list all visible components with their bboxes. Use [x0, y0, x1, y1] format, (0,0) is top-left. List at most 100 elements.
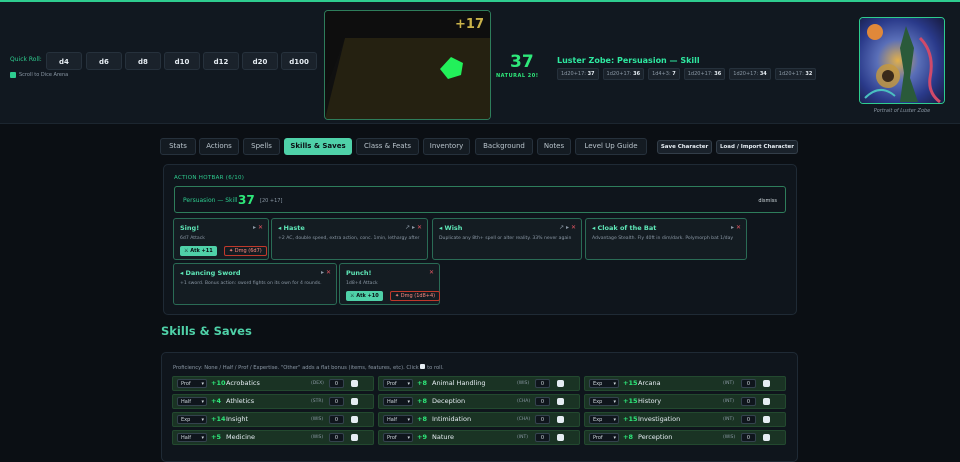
other-bonus-input[interactable]: 0 [329, 379, 344, 388]
proficiency-select[interactable]: Prof [383, 433, 413, 442]
tab-actions[interactable]: Actions [199, 138, 239, 155]
proficiency-select[interactable]: Prof [589, 433, 619, 442]
card-controls[interactable]: ✕ [429, 269, 434, 276]
quick-roll-label: Quick Roll: [10, 56, 42, 63]
hotbar-card-wish[interactable]: ◂ Wish Duplicate any 8th+ spell or alter… [432, 218, 582, 260]
roll-dice-icon[interactable] [557, 434, 564, 441]
roll-dice-icon[interactable] [557, 398, 564, 405]
skill-name: Arcana [638, 379, 661, 387]
roll-dice-icon[interactable] [351, 416, 358, 423]
hotbar-card-punch[interactable]: Punch! 1d8+4 Attack ✕ ⚔ Atk +10 ✦ Dmg (1… [339, 263, 441, 305]
save-character-button[interactable]: Save Character [657, 140, 712, 154]
roll-dice-icon[interactable] [763, 416, 770, 423]
card-controls[interactable]: ▸ ✕ [731, 224, 741, 231]
hotbar-card-sing[interactable]: Sing! 6d7 Attack ▸ ✕ ⚔ Atk +11 ✦ Dmg (6d… [173, 218, 269, 260]
roll-dice-icon[interactable] [763, 380, 770, 387]
remove-icon[interactable]: ✕ [258, 224, 263, 231]
tab-skills-saves[interactable]: Skills & Saves [284, 138, 352, 155]
proficiency-select[interactable]: Exp [177, 415, 207, 424]
skill-ability: (WIS) [723, 435, 736, 440]
proficiency-select[interactable]: Exp [589, 379, 619, 388]
tab-class-feats[interactable]: Class & Feats [356, 138, 419, 155]
card-controls[interactable]: ▸ ✕ [321, 269, 331, 276]
roll-total: 37 [510, 52, 534, 72]
remove-icon[interactable]: ✕ [736, 224, 741, 231]
d100-button[interactable]: d100 [281, 52, 317, 70]
natural-20-label: NATURAL 20! [496, 73, 539, 79]
other-bonus-input[interactable]: 0 [535, 415, 550, 424]
other-bonus-input[interactable]: 0 [741, 415, 756, 424]
d6-button[interactable]: d6 [86, 52, 122, 70]
card-name: ◂ Cloak of the Bat [592, 224, 657, 232]
hotbar-card-cloak-of-the-bat[interactable]: ◂ Cloak of the Bat Advantage Stealth. Fl… [585, 218, 747, 260]
roll-dice-icon[interactable] [351, 380, 358, 387]
card-controls[interactable]: ▸ ✕ [253, 224, 263, 231]
damage-roll-button[interactable]: ✦ Dmg (1d8+4) [390, 291, 441, 301]
other-bonus-input[interactable]: 0 [329, 433, 344, 442]
proficiency-select[interactable]: Prof [383, 379, 413, 388]
roll-dice-icon[interactable] [351, 398, 358, 405]
other-bonus-input[interactable]: 0 [741, 397, 756, 406]
card-controls[interactable]: ↗ ▸ ✕ [559, 224, 576, 231]
other-bonus-input[interactable]: 0 [329, 415, 344, 424]
remove-icon[interactable]: ✕ [429, 269, 434, 276]
other-bonus-input[interactable]: 0 [741, 433, 756, 442]
d8-button[interactable]: d8 [125, 52, 161, 70]
card-description: Advantage Stealth. Fly 40ft in dim/dark.… [592, 236, 734, 241]
skill-bonus: +9 [417, 433, 427, 441]
attack-roll-button[interactable]: ⚔ Atk +11 [180, 246, 217, 256]
play-icon[interactable]: ▸ [731, 224, 734, 231]
proficiency-select[interactable]: Exp [589, 415, 619, 424]
expand-icon[interactable]: ↗ [559, 224, 564, 231]
tab-stats[interactable]: Stats [160, 138, 196, 155]
proficiency-select[interactable]: Exp [589, 397, 619, 406]
attack-roll-button[interactable]: ⚔ Atk +10 [346, 291, 383, 301]
proficiency-select[interactable]: Half [177, 397, 207, 406]
scroll-to-arena-option[interactable]: Scroll to Dice Arena [10, 72, 68, 78]
play-icon[interactable]: ▸ [566, 224, 569, 231]
skill-bonus: +10 [211, 379, 226, 387]
play-icon[interactable]: ▸ [412, 224, 415, 231]
d10-button[interactable]: d10 [164, 52, 200, 70]
hotbar-roll-result: Persuasion — Skill 37 [20 +17] dismiss [174, 186, 786, 213]
roll-dice-icon[interactable] [557, 380, 564, 387]
damage-roll-button[interactable]: ✦ Dmg (6d7) [224, 246, 267, 256]
dismiss-button[interactable]: dismiss [758, 198, 777, 204]
other-bonus-input[interactable]: 0 [535, 397, 550, 406]
d12-button[interactable]: d12 [203, 52, 239, 70]
roll-dice-icon[interactable] [557, 416, 564, 423]
remove-icon[interactable]: ✕ [417, 224, 422, 231]
proficiency-select[interactable]: Half [383, 397, 413, 406]
remove-icon[interactable]: ✕ [571, 224, 576, 231]
tab-spells[interactable]: Spells [243, 138, 280, 155]
other-bonus-input[interactable]: 0 [535, 433, 550, 442]
play-icon[interactable]: ▸ [253, 224, 256, 231]
scroll-checkbox[interactable] [10, 72, 16, 78]
roll-dice-icon[interactable] [763, 434, 770, 441]
expand-icon[interactable]: ↗ [405, 224, 410, 231]
hotbar-card-dancing-sword[interactable]: ◂ Dancing Sword +1 sword. Bonus action: … [173, 263, 337, 305]
roll-title: Luster Zobe: Persuasion — Skill [557, 56, 700, 65]
proficiency-select[interactable]: Prof [177, 379, 207, 388]
tab-notes[interactable]: Notes [537, 138, 571, 155]
tab-background[interactable]: Background [475, 138, 533, 155]
play-icon[interactable]: ▸ [321, 269, 324, 276]
other-bonus-input[interactable]: 0 [535, 379, 550, 388]
other-bonus-input[interactable]: 0 [741, 379, 756, 388]
character-portrait[interactable] [859, 17, 945, 104]
d4-button[interactable]: d4 [46, 52, 82, 70]
card-controls[interactable]: ↗ ▸ ✕ [405, 224, 422, 231]
tab-level-up-guide[interactable]: Level Up Guide [575, 138, 647, 155]
other-bonus-input[interactable]: 0 [329, 397, 344, 406]
remove-icon[interactable]: ✕ [326, 269, 331, 276]
roll-dice-icon[interactable] [763, 398, 770, 405]
roll-dice-icon[interactable] [351, 434, 358, 441]
proficiency-select[interactable]: Half [177, 433, 207, 442]
hotbar-card-haste[interactable]: ◂ Haste +2 AC, double speed, extra actio… [271, 218, 428, 260]
proficiency-select[interactable]: Half [383, 415, 413, 424]
d20-button[interactable]: d20 [242, 52, 278, 70]
result-name: Persuasion — Skill [183, 197, 238, 204]
tab-inventory[interactable]: Inventory [423, 138, 470, 155]
card-name: ◂ Wish [439, 224, 463, 232]
load-import-character-button[interactable]: Load / Import Character [716, 140, 798, 154]
